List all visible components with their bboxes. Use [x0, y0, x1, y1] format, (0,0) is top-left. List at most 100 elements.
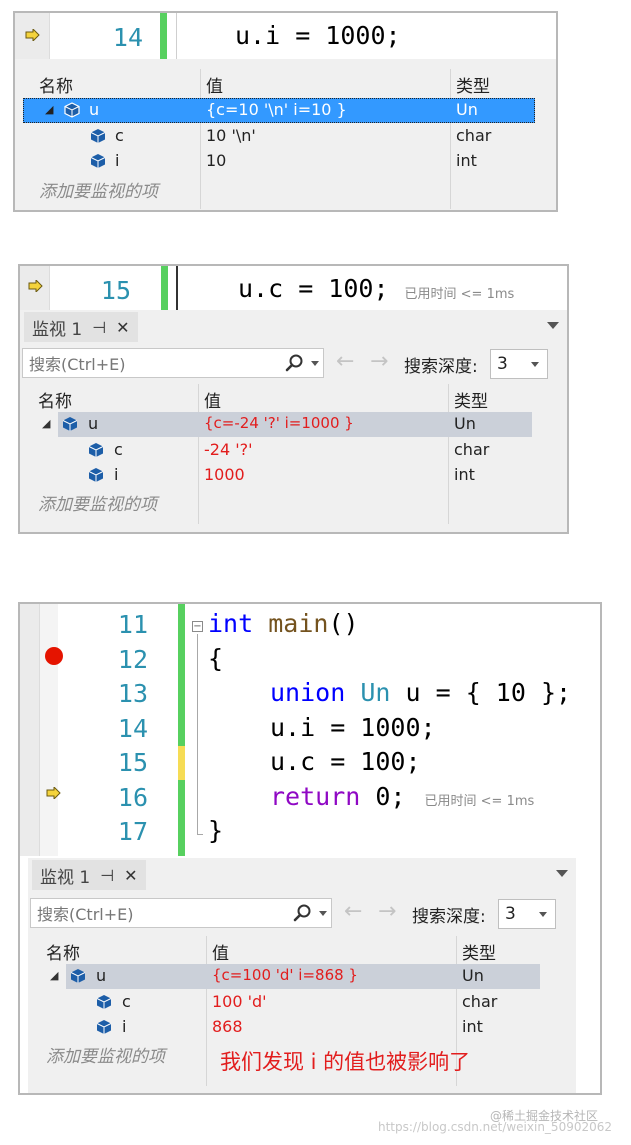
line-number: 14	[112, 23, 143, 52]
tab-watch-1[interactable]: 监视 1 ⊣ ✕	[32, 860, 146, 890]
search-forward-icon[interactable]: →	[378, 899, 396, 924]
col-name-header[interactable]: 名称	[39, 72, 73, 97]
search-depth-value: 3	[505, 904, 516, 924]
add-watch-placeholder[interactable]: 添加要监视的项	[46, 1042, 165, 1067]
row-value: {c=-24 '?' i=1000 }	[204, 414, 354, 432]
col-type-header[interactable]: 类型	[462, 939, 496, 964]
saved-change-bar	[178, 780, 185, 856]
tab-watch-1[interactable]: 监视 1 ⊣ ✕	[24, 312, 138, 342]
col-value-header[interactable]: 值	[204, 387, 221, 412]
watch-row[interactable]: i 10 int	[15, 149, 556, 174]
line-number: 14	[117, 713, 148, 743]
indicator-margin	[15, 13, 50, 59]
col-type-header[interactable]: 类型	[456, 72, 490, 97]
indicator-margin	[20, 604, 40, 856]
grid-header: 名称 值 类型	[15, 69, 556, 97]
col-type-header[interactable]: 类型	[454, 387, 488, 412]
watch-row[interactable]: c 100 'd' char	[28, 990, 576, 1015]
search-input[interactable]: 搜索(Ctrl+E)	[22, 348, 324, 378]
field-icon	[90, 153, 106, 169]
search-back-icon[interactable]: ←	[344, 899, 362, 924]
panel-1: 14 u.i = 1000; 名称 值 类型 ◢ u {c=10 '\n' i=…	[13, 11, 558, 212]
search-depth-select[interactable]: 3	[498, 899, 556, 929]
keyword-token: int	[208, 609, 254, 638]
search-depth-value: 3	[497, 354, 508, 374]
saved-change-bar	[161, 266, 168, 310]
search-icon[interactable]	[293, 903, 313, 923]
row-name: u	[88, 414, 99, 433]
search-icon[interactable]	[285, 353, 305, 373]
search-back-icon[interactable]: ←	[336, 349, 354, 374]
code-line-11: int main()	[208, 609, 600, 644]
keyword-token: return	[270, 781, 361, 811]
row-value: 1000	[204, 465, 245, 484]
watch-tabbar: 监视 1 ⊣ ✕	[20, 312, 567, 342]
watch-grid: 名称 值 类型 ◢ u {c=-24 '?' i=1000 } Un c -24…	[20, 384, 567, 532]
row-name: c	[122, 992, 131, 1011]
search-row: 搜索(Ctrl+E) ← → 搜索深度: 3	[28, 896, 576, 932]
search-input[interactable]: 搜索(Ctrl+E)	[30, 898, 332, 928]
annotation-note: 我们发现 i 的值也被影响了	[220, 1050, 471, 1074]
row-name: i	[115, 151, 120, 170]
add-watch-placeholder[interactable]: 添加要监视的项	[38, 490, 157, 515]
row-value: {c=10 '\n' i=10 }	[206, 100, 347, 119]
row-value: -24 '?'	[204, 440, 253, 459]
code-token: u = { 10 };	[390, 678, 572, 707]
watermark-logo: @稀土掘金技术社区	[490, 1109, 599, 1123]
col-value-header[interactable]: 值	[212, 939, 229, 964]
code-line-row: 15 u.c = 100; 已用时间 <= 1ms	[20, 266, 567, 310]
outline-guide-end	[197, 834, 203, 835]
row-name: i	[122, 1017, 127, 1036]
col-name-header[interactable]: 名称	[46, 939, 80, 964]
saved-change-bar	[178, 604, 185, 746]
field-icon	[88, 442, 104, 458]
collapse-triangle-icon[interactable]: ◢	[45, 103, 53, 116]
col-value-header[interactable]: 值	[206, 72, 223, 97]
watch-row[interactable]: i 1000 int	[20, 463, 567, 488]
code-line-17: }	[208, 816, 224, 845]
watch-row[interactable]: c 10 '\n' char	[15, 124, 556, 149]
search-depth-select[interactable]: 3	[490, 349, 548, 379]
close-icon[interactable]: ✕	[124, 866, 137, 885]
watch-window: 监视 1 ⊣ ✕ 搜索(Ctrl+E) ← → 搜索深度: 3 名称 值 类型 …	[28, 858, 576, 1093]
collapse-triangle-icon[interactable]: ◢	[50, 969, 58, 982]
close-icon[interactable]: ✕	[116, 318, 129, 337]
row-value: 10 '\n'	[206, 126, 256, 145]
add-watch-placeholder[interactable]: 添加要监视的项	[39, 177, 158, 202]
variable-icon	[70, 968, 86, 984]
watch-row[interactable]: i 868 int	[28, 1015, 576, 1040]
function-token: main	[268, 609, 329, 638]
pin-icon[interactable]: ⊣	[92, 318, 106, 337]
search-placeholder: 搜索(Ctrl+E)	[29, 355, 126, 374]
code-line-12: {	[208, 643, 224, 673]
watch-tab-title: 监视 1	[32, 319, 83, 340]
row-value: 10	[206, 151, 227, 170]
indicator-margin	[20, 266, 50, 310]
window-menu-dropdown-icon[interactable]	[547, 322, 559, 329]
row-name: c	[115, 126, 124, 145]
row-type: char	[462, 992, 498, 1011]
row-name: i	[114, 465, 119, 484]
row-type: char	[454, 440, 490, 459]
elapsed-time-hint: 已用时间 <= 1ms	[404, 287, 515, 302]
search-options-caret-icon[interactable]	[319, 911, 327, 916]
search-depth-label: 搜索深度:	[412, 907, 486, 927]
search-options-caret-icon[interactable]	[311, 361, 319, 366]
collapse-triangle-icon[interactable]: ◢	[42, 417, 50, 430]
col-name-header[interactable]: 名称	[38, 387, 72, 412]
collapse-outline-icon[interactable]: −	[192, 621, 203, 632]
saved-change-bar	[160, 13, 167, 59]
window-menu-dropdown-icon[interactable]	[556, 870, 568, 877]
field-icon	[96, 994, 112, 1010]
watch-row[interactable]: ◢ u {c=10 '\n' i=10 } Un	[15, 98, 556, 123]
watch-row[interactable]: ◢ u {c=100 'd' i=868 } Un	[28, 964, 576, 989]
search-row: 搜索(Ctrl+E) ← → 搜索深度: 3	[20, 346, 567, 382]
watch-row[interactable]: ◢ u {c=-24 '?' i=1000 } Un	[20, 412, 567, 437]
pin-icon[interactable]: ⊣	[100, 866, 114, 885]
variable-icon	[62, 416, 78, 432]
current-statement-arrow-icon	[46, 787, 61, 799]
search-forward-icon[interactable]: →	[370, 349, 388, 374]
watch-row[interactable]: c -24 '?' char	[20, 438, 567, 463]
code-line-row: 14 u.i = 1000;	[15, 13, 556, 59]
field-icon	[90, 128, 106, 144]
